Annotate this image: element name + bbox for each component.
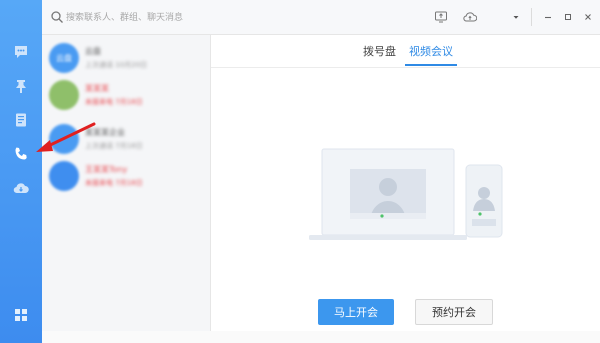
minimize-icon (545, 16, 551, 19)
search-input[interactable] (64, 9, 328, 27)
call-tabs: 拨号盘 视频会议 (211, 35, 600, 68)
tab-dialpad[interactable]: 拨号盘 (363, 43, 396, 59)
list-item[interactable]: 王某某Tony 未接来电 7月18日 (42, 156, 210, 196)
cloud-drive-nav-button[interactable] (9, 176, 33, 200)
cloud-upload-button[interactable] (462, 9, 478, 25)
pin-nav-button[interactable] (9, 74, 33, 98)
window-controls-divider (531, 8, 532, 26)
avatar (49, 80, 79, 110)
minimize-button[interactable] (540, 9, 556, 25)
pin-icon (16, 80, 26, 93)
search-icon (51, 11, 63, 23)
screen-share-icon (435, 11, 447, 23)
contacts-book-icon (16, 113, 26, 127)
account-dropdown-button[interactable] (508, 9, 524, 25)
screen-share-button[interactable] (433, 9, 449, 25)
cloud-upload-icon (463, 12, 477, 22)
schedule-meeting-button[interactable]: 预约开会 (415, 299, 493, 325)
call-status: 上次通话 10月20日 (85, 61, 148, 69)
apps-grid-icon (15, 309, 27, 321)
list-item[interactable]: 某某某 未接来电 7月18日 (42, 75, 210, 115)
close-button[interactable] (580, 9, 596, 25)
contact-name: 王某某Tony (85, 165, 128, 174)
video-meeting-illustration (309, 148, 503, 240)
maximize-button[interactable] (560, 9, 576, 25)
avatar (49, 161, 79, 191)
bottom-status-bar (42, 331, 600, 343)
video-meeting-panel: 拨号盘 视频会议 马上开会 预约开会 (211, 35, 600, 331)
active-tab-indicator (405, 64, 457, 66)
annotation-arrow-icon (36, 122, 96, 152)
recent-calls-list: 云盘 云盘 上次通话 10月20日 某某某 未接来电 7月18日 某某某企业 上… (42, 35, 211, 331)
left-nav-rail (0, 0, 42, 343)
chat-icon (15, 46, 27, 58)
contact-name: 云盘 (85, 47, 101, 56)
tab-video-meeting[interactable]: 视频会议 (409, 43, 453, 59)
call-status: 未接来电 7月18日 (85, 179, 143, 187)
phone-icon (15, 147, 27, 160)
cloud-drive-icon (13, 183, 29, 194)
avatar: 云盘 (49, 43, 79, 73)
chat-nav-button[interactable] (9, 40, 33, 64)
close-icon (585, 14, 591, 20)
start-meeting-button[interactable]: 马上开会 (318, 299, 394, 325)
list-item[interactable]: 云盘 云盘 上次通话 10月20日 (42, 38, 210, 78)
call-status: 未接来电 7月18日 (85, 98, 143, 106)
maximize-icon (565, 14, 571, 20)
top-bar (42, 0, 600, 35)
apps-nav-button[interactable] (9, 303, 33, 327)
dropdown-caret-icon (513, 16, 519, 19)
contact-name: 某某某 (85, 84, 109, 93)
